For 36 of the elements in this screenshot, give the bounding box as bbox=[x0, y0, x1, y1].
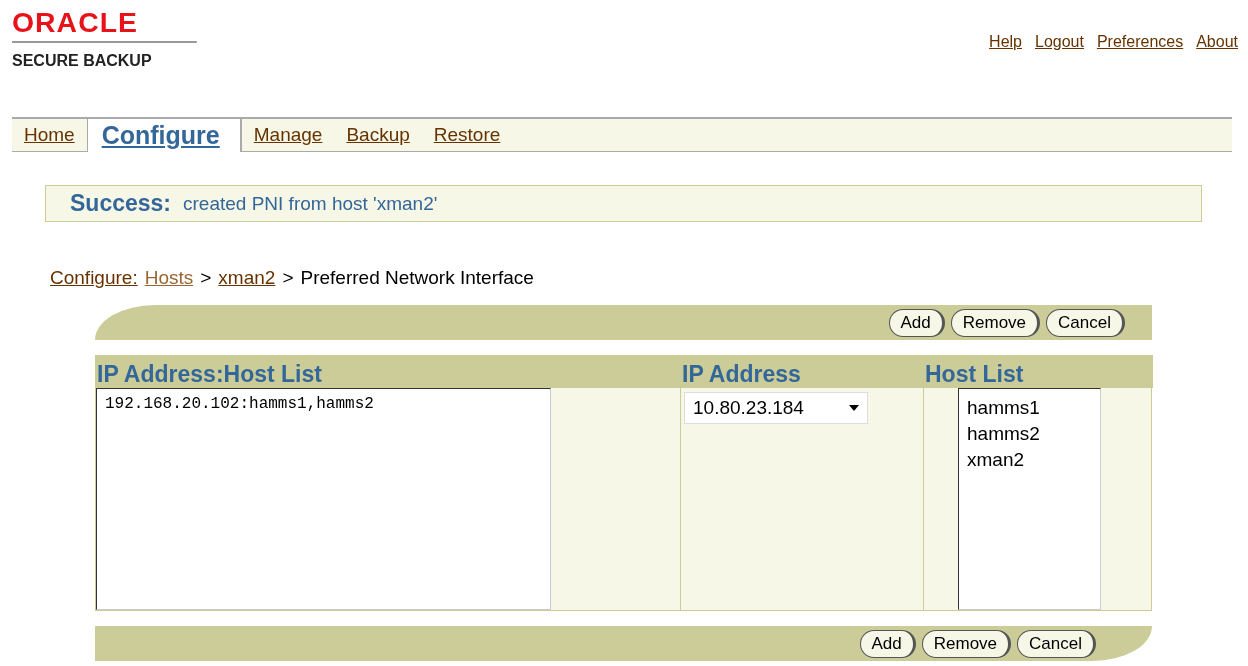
host-list-box[interactable]: hamms1 hamms2 xman2 bbox=[958, 388, 1101, 610]
ip-address-dropdown[interactable]: 10.80.23.184 bbox=[684, 392, 868, 424]
nav-tab[interactable]: Manage bbox=[241, 119, 335, 151]
nav-tab[interactable]: Backup bbox=[334, 119, 422, 151]
action-button[interactable]: Remove bbox=[921, 629, 1012, 658]
list-item[interactable]: xman2 bbox=[967, 447, 1025, 473]
column-header: Host List bbox=[924, 355, 1153, 388]
list-item[interactable]: hamms1 bbox=[967, 395, 1040, 421]
action-button[interactable]: Cancel bbox=[1046, 308, 1125, 337]
header-link[interactable]: Logout bbox=[1035, 33, 1084, 51]
list-item[interactable]: hamms2 bbox=[967, 421, 1040, 447]
column-header: IP Address:Host List bbox=[96, 355, 681, 388]
nav-tab[interactable]: Configure bbox=[86, 117, 242, 152]
caret-icon bbox=[849, 405, 859, 411]
breadcrumb-separator: > bbox=[200, 267, 212, 289]
breadcrumb-separator: > bbox=[282, 267, 294, 289]
message-text: created PNI from host 'xman2' bbox=[183, 192, 438, 215]
breadcrumb-current: Preferred Network Interface bbox=[300, 267, 534, 289]
breadcrumb-link[interactable]: Hosts bbox=[144, 267, 194, 289]
action-button[interactable]: Add bbox=[888, 308, 945, 337]
action-button[interactable]: Add bbox=[859, 629, 916, 658]
breadcrumb-link[interactable]: xman2 bbox=[218, 267, 276, 289]
nav-tab[interactable]: Restore bbox=[421, 119, 513, 151]
list-item[interactable]: 192.168.20.102:hamms1,hamms2 bbox=[105, 395, 374, 413]
nav-tab[interactable]: Home bbox=[12, 119, 87, 151]
breadcrumb-link[interactable]: Configure: bbox=[50, 267, 138, 289]
column-header: IP Address bbox=[681, 355, 924, 388]
message-title: Success: bbox=[70, 190, 171, 217]
action-button[interactable]: Remove bbox=[950, 308, 1041, 337]
header-link[interactable]: Preferences bbox=[1096, 33, 1184, 51]
header-link[interactable]: About bbox=[1196, 33, 1238, 51]
product-name: SECURE BACKUP bbox=[12, 52, 153, 70]
pni-list-box[interactable]: 192.168.20.102:hamms1,hamms2 bbox=[96, 388, 551, 610]
header-link[interactable]: Help bbox=[989, 33, 1022, 51]
action-button[interactable]: Cancel bbox=[1017, 629, 1096, 658]
brand-logo: ORACLE bbox=[12, 10, 197, 43]
